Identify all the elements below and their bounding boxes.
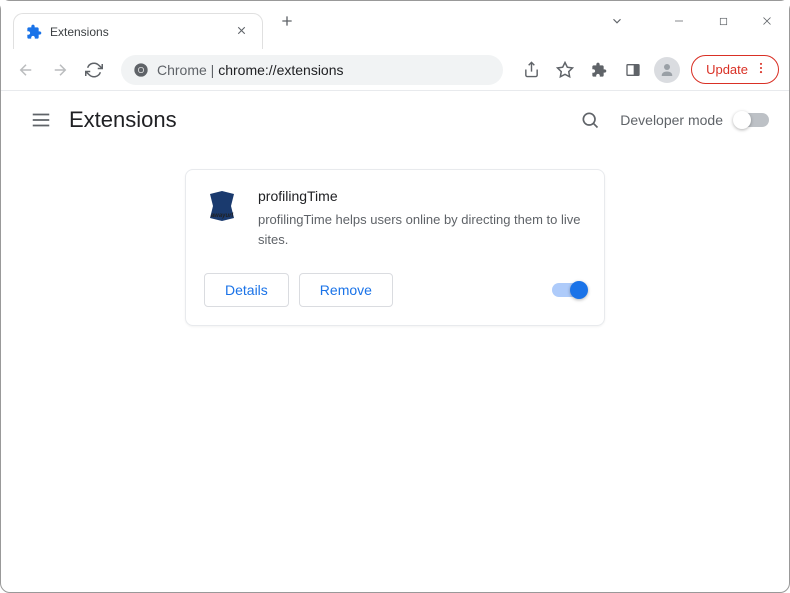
extension-description: profilingTime helps users online by dire… — [258, 210, 586, 249]
page-title: Extensions — [69, 107, 177, 133]
tab-close-button[interactable] — [233, 22, 250, 42]
forward-button — [45, 55, 75, 85]
extension-card: awayurl profilingTime profilingTime help… — [185, 169, 605, 326]
chrome-logo-icon — [133, 62, 149, 78]
extension-enable-toggle[interactable] — [552, 283, 586, 297]
new-tab-button[interactable] — [273, 7, 301, 40]
extension-tab-icon — [26, 24, 42, 40]
bookmark-button[interactable] — [549, 54, 581, 86]
avatar-icon — [654, 57, 680, 83]
window-controls — [595, 1, 789, 41]
minimize-button[interactable] — [657, 1, 701, 41]
svg-text:awayurl: awayurl — [211, 213, 234, 219]
extensions-list: awayurl profilingTime profilingTime help… — [1, 149, 789, 346]
update-button[interactable]: Update — [691, 55, 779, 84]
main-menu-button[interactable] — [21, 100, 61, 140]
developer-mode-label: Developer mode — [620, 112, 723, 128]
back-button[interactable] — [11, 55, 41, 85]
close-window-button[interactable] — [745, 1, 789, 41]
browser-toolbar: Chrome | chrome://extensions Update — [1, 49, 789, 91]
titlebar: Extensions — [1, 1, 789, 49]
extension-icon: awayurl — [204, 188, 240, 224]
maximize-button[interactable] — [701, 1, 745, 41]
extensions-header: Extensions Developer mode — [1, 91, 789, 149]
address-bar[interactable]: Chrome | chrome://extensions — [121, 55, 503, 85]
menu-dots-icon — [754, 61, 768, 78]
tab-search-button[interactable] — [595, 1, 639, 41]
sidepanel-button[interactable] — [617, 54, 649, 86]
url-text: Chrome | chrome://extensions — [157, 62, 344, 78]
details-button[interactable]: Details — [204, 273, 289, 307]
tab-title: Extensions — [50, 25, 233, 39]
share-button[interactable] — [515, 54, 547, 86]
reload-button[interactable] — [79, 55, 109, 85]
browser-tab[interactable]: Extensions — [13, 13, 263, 49]
extension-name: profilingTime — [258, 188, 586, 204]
search-button[interactable] — [572, 102, 608, 138]
extensions-button[interactable] — [583, 54, 615, 86]
profile-button[interactable] — [651, 54, 683, 86]
remove-button[interactable]: Remove — [299, 273, 393, 307]
developer-mode-toggle[interactable] — [735, 113, 769, 127]
